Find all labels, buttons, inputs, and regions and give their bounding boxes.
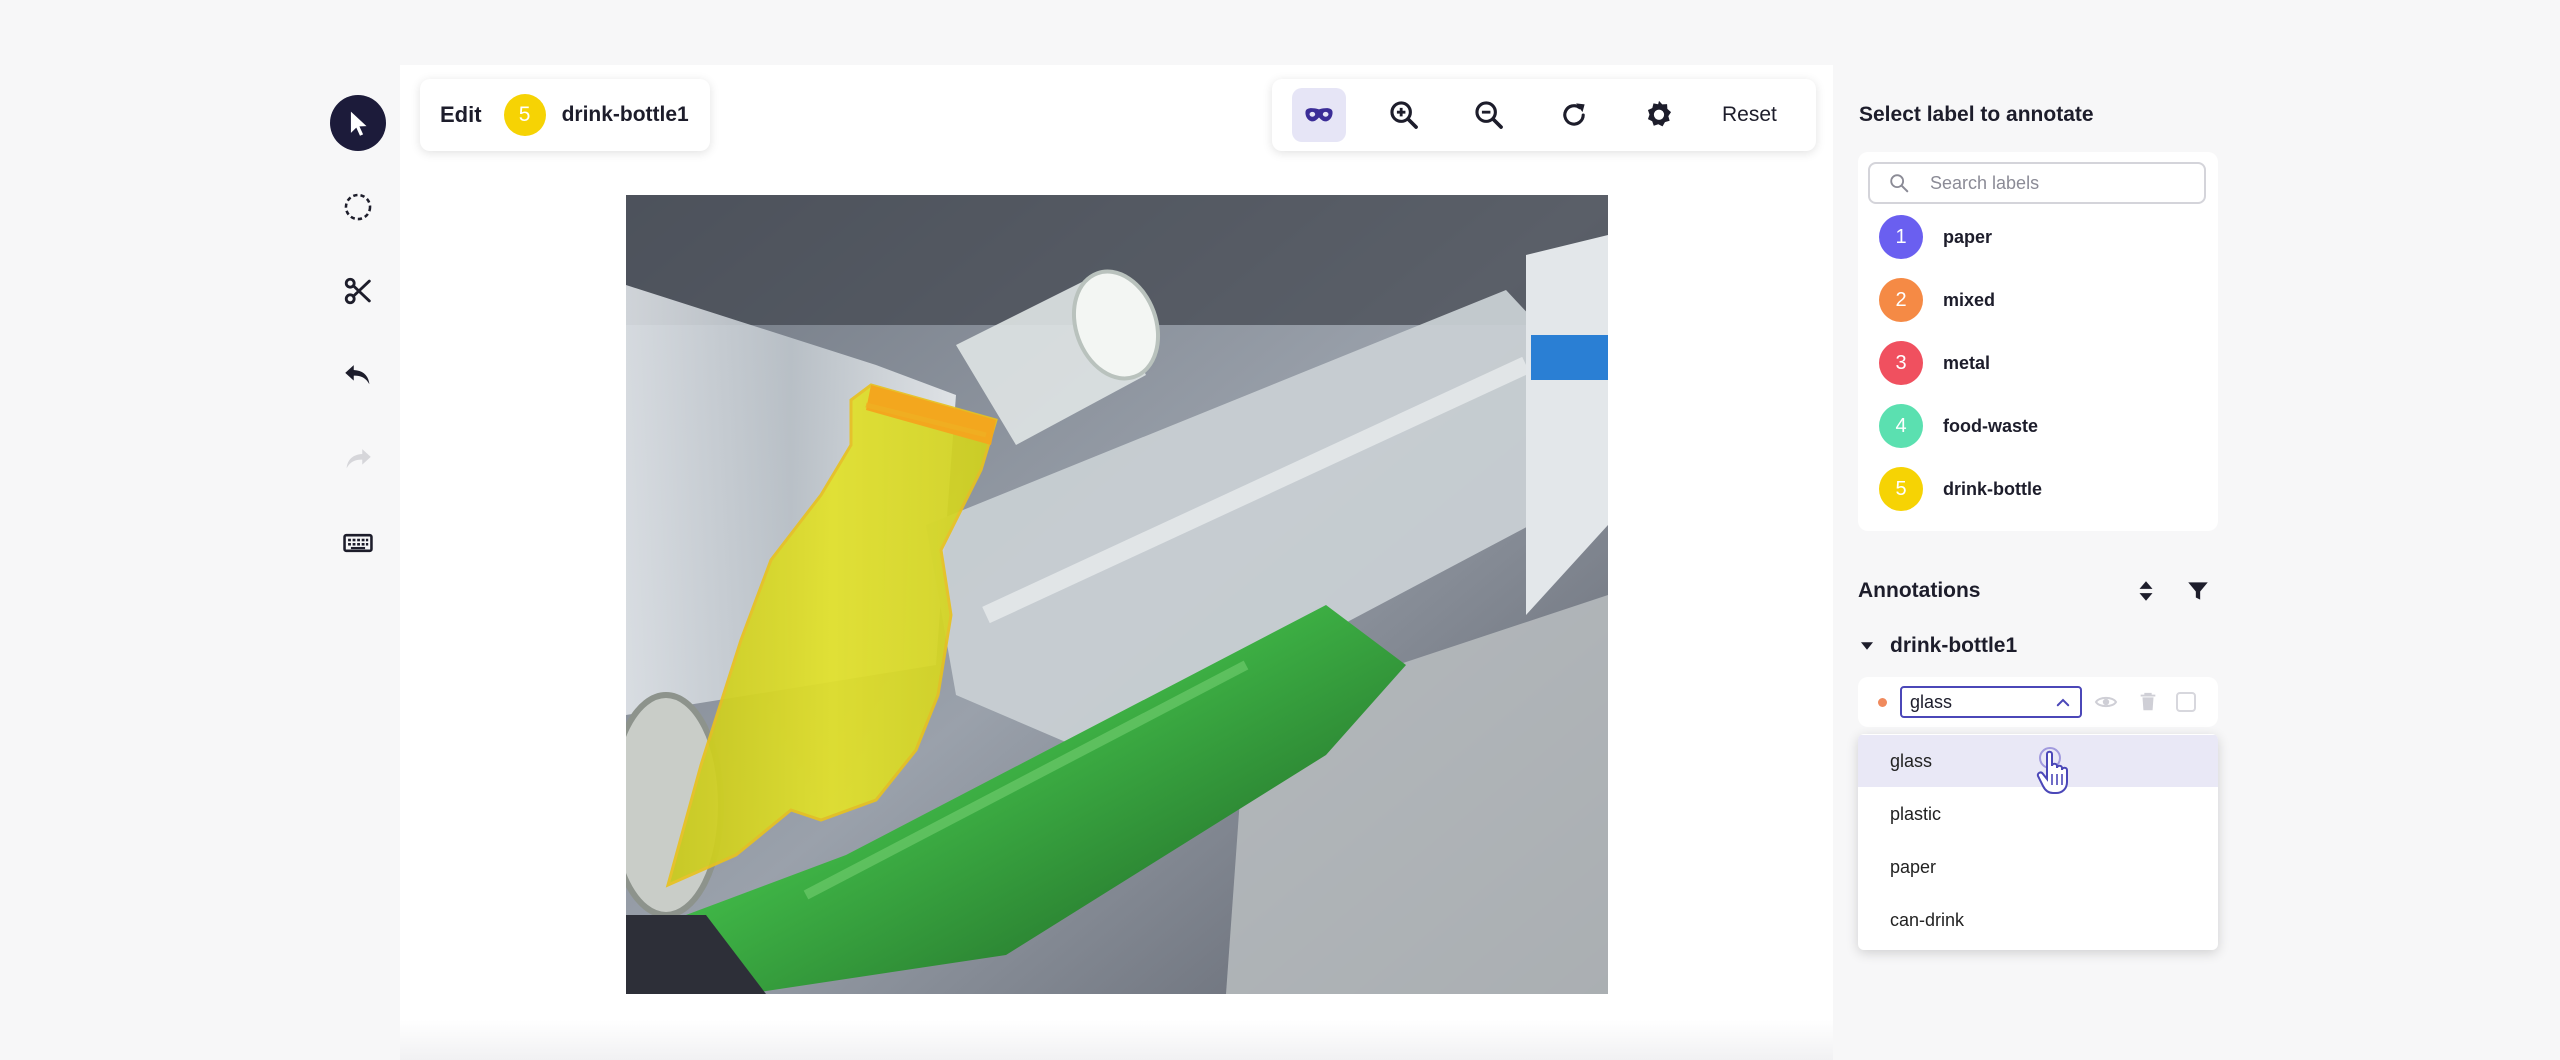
annotation-attribute-row: glass [1858, 677, 2218, 727]
annotation-group-name: drink-bottle1 [1890, 634, 2018, 657]
rotate-button[interactable] [1547, 88, 1601, 142]
label-item-drink-bottle[interactable]: 5 drink-bottle [1879, 467, 2042, 511]
annotated-image[interactable] [626, 195, 1608, 994]
lasso-icon [344, 193, 372, 221]
label-item-food-waste[interactable]: 4 food-waste [1879, 404, 2038, 448]
dropdown-option-can-drink[interactable]: can-drink [1858, 894, 2218, 946]
label-panel: Select label to annotate 1 paper 2 mixed 3 me… [1856, 0, 2226, 1060]
undo-button[interactable] [330, 347, 386, 403]
search-icon [1890, 174, 1909, 193]
label-item-mixed[interactable]: 2 mixed [1879, 278, 1995, 322]
zoom-in-icon [1390, 101, 1418, 129]
current-annotation-name: drink-bottle1 [561, 103, 689, 126]
scissors-icon [344, 277, 371, 305]
lasso-tool-button[interactable] [330, 179, 386, 235]
filter-icon[interactable] [2185, 578, 2211, 604]
pointer-icon [350, 111, 367, 136]
sort-icon[interactable] [2133, 578, 2159, 604]
brightness-button[interactable] [1632, 88, 1686, 142]
material-dropdown: glass plastic paper can-drink [1858, 734, 2218, 950]
tool-sidebar [330, 95, 390, 599]
label-item-paper[interactable]: 1 paper [1879, 215, 1992, 259]
reset-button[interactable]: Reset [1722, 103, 1777, 127]
recycling-glass-photo [626, 195, 1608, 994]
keyboard-shortcuts-button[interactable] [330, 515, 386, 571]
annotations-title: Annotations [1858, 579, 1981, 602]
edit-status-card: Edit 5 drink-bottle1 [420, 79, 710, 151]
brightness-icon [1647, 100, 1672, 127]
mask-icon [1305, 108, 1333, 122]
chevron-up-icon [2056, 698, 2070, 707]
label-panel-title: Select label to annotate [1859, 103, 2094, 126]
label-number-dot: 1 [1879, 215, 1923, 259]
redo-button[interactable] [330, 431, 386, 487]
view-toolbar: Reset [1272, 79, 1816, 151]
label-number-dot: 5 [1879, 467, 1923, 511]
label-list-card: 1 paper 2 mixed 3 metal 4 food-waste 5 drink-bott… [1858, 152, 2218, 531]
search-labels-input[interactable] [1930, 172, 2190, 194]
redo-icon [346, 449, 371, 469]
label-name: food-waste [1943, 415, 2039, 436]
attribute-color-dot [1878, 698, 1887, 707]
edit-mode-label: Edit [440, 102, 482, 127]
label-number-badge: 5 [503, 94, 546, 136]
label-name: drink-bottle [1943, 478, 2042, 499]
label-item-metal[interactable]: 3 metal [1879, 341, 1990, 385]
eye-icon[interactable] [2094, 690, 2118, 714]
zoom-out-icon [1475, 101, 1503, 129]
scissors-tool-button[interactable] [330, 263, 386, 319]
annotation-canvas-panel: Edit 5 drink-bottle1 Reset [400, 65, 1833, 1060]
label-name: metal [1943, 352, 1991, 373]
annotation-group-row[interactable]: drink-bottle1 [1858, 634, 2017, 658]
dropdown-option-paper[interactable]: paper [1858, 841, 2218, 893]
keyboard-icon [343, 533, 373, 553]
undo-icon [345, 365, 370, 385]
toggle-mask-button[interactable] [1292, 88, 1346, 142]
rotate-icon [1563, 103, 1585, 126]
zoom-out-button[interactable] [1462, 88, 1516, 142]
select-tool-button[interactable] [330, 95, 386, 151]
label-search[interactable] [1868, 162, 2206, 204]
caret-down-icon [1861, 642, 1873, 650]
label-number-dot: 3 [1879, 341, 1923, 385]
material-select-value: glass [1910, 691, 1953, 712]
trash-icon[interactable] [2137, 690, 2159, 714]
material-select[interactable]: glass [1900, 686, 2082, 718]
label-number-dot: 4 [1879, 404, 1923, 448]
label-number-dot: 2 [1879, 278, 1923, 322]
annotations-header: Annotations [1858, 576, 2218, 606]
zoom-in-button[interactable] [1377, 88, 1431, 142]
hand-cursor-icon [2036, 747, 2068, 794]
label-name: mixed [1943, 289, 1996, 310]
label-name: paper [1943, 226, 1993, 247]
annotation-checkbox[interactable] [2176, 692, 2196, 712]
